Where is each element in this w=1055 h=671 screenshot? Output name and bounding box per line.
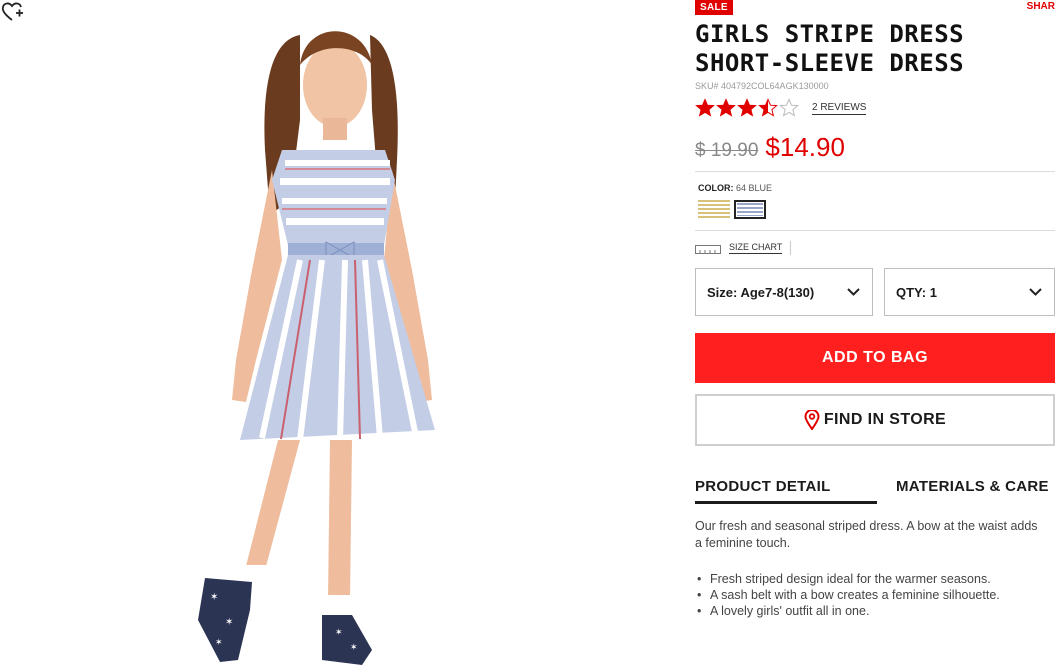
color-label: COLOR: xyxy=(698,183,734,193)
size-chart-label[interactable]: SIZE CHART xyxy=(729,242,783,254)
reviews-link[interactable]: 2 REVIEWS xyxy=(812,102,867,115)
product-title: GIRLS STRIPE DRESS SHORT-SLEEVE DRESS xyxy=(695,20,1055,78)
star-icon xyxy=(758,98,778,117)
feature-item: A sash belt with a bow creates a feminin… xyxy=(695,587,1055,603)
map-pin-icon xyxy=(804,410,820,430)
rating: 2 REVIEWS xyxy=(695,98,867,118)
divider xyxy=(695,171,1055,172)
product-description: Our fresh and seasonal striped dress. A … xyxy=(695,519,1038,550)
add-to-bag-button[interactable]: ADD TO BAG xyxy=(695,333,1055,383)
feature-list: Fresh striped design ideal for the warme… xyxy=(695,571,1055,619)
star-icon xyxy=(737,98,757,117)
find-in-store-label: FIND IN STORE xyxy=(823,411,947,428)
ruler-icon xyxy=(695,245,721,254)
swatch-yellow-stripe[interactable] xyxy=(698,200,730,219)
svg-text:✶: ✶ xyxy=(225,617,233,628)
star-icon xyxy=(716,98,736,117)
quantity-select[interactable]: QTY: 1 xyxy=(884,268,1055,316)
star-icon xyxy=(695,98,715,117)
sale-badge: SALE xyxy=(695,0,733,15)
find-in-store-button[interactable]: FIND IN STORE xyxy=(695,394,1055,446)
wishlist-heart-icon[interactable] xyxy=(0,0,24,24)
color-value: 64 BLUE xyxy=(736,183,773,193)
product-photo-illustration: ✶ ✶ ✶ ✶ ✶ xyxy=(198,31,435,665)
feature-item: A lovely girls' outfit all in one. xyxy=(695,603,1055,619)
sale-price: $14.90 xyxy=(765,132,845,162)
svg-text:✶: ✶ xyxy=(335,627,343,637)
product-title-line2: SHORT-SLEEVE DRESS xyxy=(695,49,965,77)
original-price: $ 19.90 xyxy=(695,140,759,161)
product-title-line1: GIRLS STRIPE DRESS xyxy=(695,20,965,48)
tab-materials-care[interactable]: MATERIALS & CARE xyxy=(896,478,1049,495)
chevron-down-icon xyxy=(847,288,860,296)
size-chart-link[interactable]: SIZE CHART xyxy=(695,241,792,255)
product-image: ✶ ✶ ✶ ✶ ✶ xyxy=(0,0,680,671)
svg-text:✶: ✶ xyxy=(210,592,218,603)
color-label-row: COLOR: 64 BLUE xyxy=(698,183,772,193)
rating-stars xyxy=(695,98,800,118)
chevron-down-icon xyxy=(1029,288,1042,296)
product-info-panel: SALE SHAR GIRLS STRIPE DRESS SHORT-SLEEV… xyxy=(695,0,1055,671)
price-block: $ 19.90 $14.90 xyxy=(695,132,845,163)
swatch-blue-stripe[interactable] xyxy=(734,200,766,219)
divider xyxy=(790,241,792,255)
tab-product-detail[interactable]: PRODUCT DETAIL xyxy=(695,478,877,504)
product-sku: SKU# 404792COL64AGK130000 xyxy=(695,81,829,91)
divider xyxy=(695,230,1055,231)
svg-text:✶: ✶ xyxy=(350,642,358,652)
feature-item: Fresh striped design ideal for the warme… xyxy=(695,571,1055,587)
share-link[interactable]: SHAR xyxy=(1027,1,1055,12)
svg-text:✶: ✶ xyxy=(215,637,223,647)
size-select[interactable]: Size: Age7-8(130) xyxy=(695,268,873,316)
color-swatches xyxy=(698,200,770,219)
quantity-select-value: QTY: 1 xyxy=(896,284,937,300)
star-icon xyxy=(779,98,799,117)
size-select-value: Size: Age7-8(130) xyxy=(707,284,815,300)
detail-tabs: PRODUCT DETAIL MATERIALS & CARE xyxy=(695,478,1055,504)
